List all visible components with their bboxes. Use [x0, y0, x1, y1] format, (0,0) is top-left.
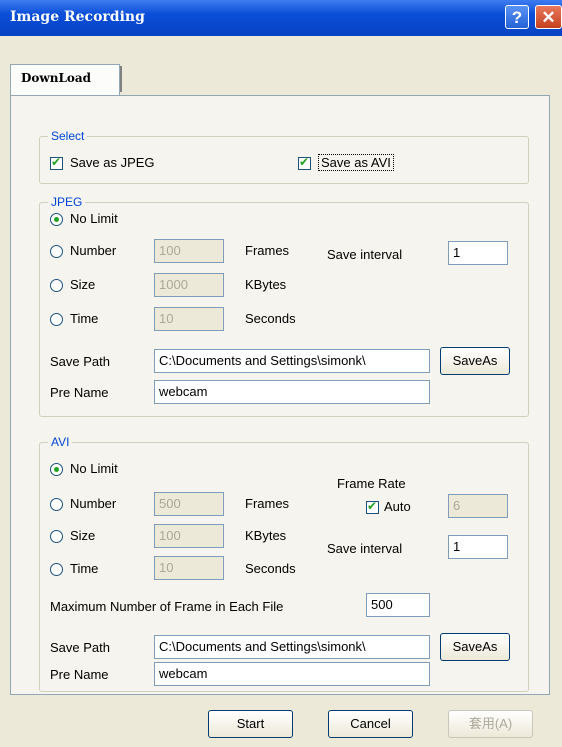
- avi-number-radio[interactable]: [50, 498, 63, 511]
- tab-download-label: DownLoad: [21, 71, 92, 85]
- jpeg-time-unit: Seconds: [245, 311, 296, 326]
- avi-time-field[interactable]: 10: [154, 556, 224, 580]
- dialog-client: DownLoad Select Save as JPEG Save as AVI…: [0, 36, 562, 747]
- jpeg-size-radio[interactable]: [50, 279, 63, 292]
- avi-save-interval-field[interactable]: 1: [448, 535, 508, 559]
- help-button[interactable]: ?: [505, 5, 529, 29]
- avi-prename-label: Pre Name: [50, 667, 109, 682]
- save-jpeg-label: Save as JPEG: [70, 155, 155, 170]
- avi-size-label: Size: [70, 528, 96, 543]
- jpeg-number-unit: Frames: [245, 243, 290, 258]
- jpeg-size-field[interactable]: 1000: [154, 273, 224, 297]
- jpeg-prename-label: Pre Name: [50, 385, 109, 400]
- jpeg-number-radio[interactable]: [50, 245, 63, 258]
- help-icon: ?: [511, 8, 523, 27]
- avi-saveas-button[interactable]: SaveAs: [440, 633, 510, 661]
- avi-max-frames-field[interactable]: 500: [366, 593, 430, 617]
- jpeg-save-interval-field[interactable]: 1: [448, 241, 508, 265]
- select-group: Select Save as JPEG Save as AVI: [39, 129, 529, 184]
- avi-frame-rate-field[interactable]: 6: [448, 494, 508, 518]
- avi-time-unit: Seconds: [245, 561, 296, 576]
- avi-time-label: Time: [70, 561, 99, 576]
- avi-number-unit: Frames: [245, 496, 290, 511]
- tab-panel: Select Save as JPEG Save as AVI JPEG No …: [10, 95, 550, 695]
- select-legend: Select: [48, 129, 88, 143]
- jpeg-time-label: Time: [70, 311, 99, 326]
- jpeg-saveas-button[interactable]: SaveAs: [440, 347, 510, 375]
- save-jpeg-checkbox[interactable]: [50, 155, 63, 170]
- avi-save-path-label: Save Path: [50, 640, 110, 655]
- avi-prename-field[interactable]: webcam: [154, 662, 430, 686]
- jpeg-save-path-field[interactable]: C:\Documents and Settings\simonk\: [154, 349, 430, 373]
- jpeg-size-label: Size: [70, 277, 96, 292]
- avi-nolimit-label: No Limit: [70, 461, 118, 476]
- avi-save-path-field[interactable]: C:\Documents and Settings\simonk\: [154, 635, 430, 659]
- jpeg-size-unit: KBytes: [245, 277, 287, 292]
- avi-group: AVI No Limit Number 500 Frames Size 100 …: [39, 435, 529, 692]
- jpeg-save-path-label: Save Path: [50, 354, 110, 369]
- jpeg-save-interval-label: Save interval: [327, 247, 403, 262]
- jpeg-group: JPEG No Limit Number 100 Frames Size 100…: [39, 195, 529, 417]
- apply-button[interactable]: 套用(A): [448, 710, 533, 738]
- avi-nolimit-radio[interactable]: [50, 463, 63, 476]
- cancel-button[interactable]: Cancel: [328, 710, 413, 738]
- save-avi-checkbox[interactable]: [298, 155, 311, 170]
- avi-frame-rate-label: Frame Rate: [337, 476, 406, 491]
- jpeg-prename-field[interactable]: webcam: [154, 380, 430, 404]
- avi-size-radio[interactable]: [50, 530, 63, 543]
- jpeg-number-label: Number: [70, 243, 117, 258]
- avi-number-label: Number: [70, 496, 117, 511]
- jpeg-legend: JPEG: [48, 195, 86, 209]
- close-icon: ✕: [541, 8, 556, 27]
- close-button[interactable]: ✕: [535, 5, 562, 29]
- avi-auto-checkbox[interactable]: [366, 499, 379, 514]
- avi-save-interval-label: Save interval: [327, 541, 403, 556]
- jpeg-nolimit-label: No Limit: [70, 211, 118, 226]
- avi-auto-label: Auto: [384, 499, 411, 514]
- jpeg-time-radio[interactable]: [50, 313, 63, 326]
- avi-size-unit: KBytes: [245, 528, 287, 543]
- jpeg-nolimit-radio[interactable]: [50, 213, 63, 226]
- tab-separator: [120, 66, 122, 92]
- window-title: Image Recording: [10, 9, 145, 25]
- start-button[interactable]: Start: [208, 710, 293, 738]
- avi-legend: AVI: [48, 435, 73, 449]
- jpeg-time-field[interactable]: 10: [154, 307, 224, 331]
- avi-max-frames-label: Maximum Number of Frame in Each File: [50, 599, 284, 614]
- tab-download[interactable]: DownLoad: [10, 64, 120, 96]
- avi-size-field[interactable]: 100: [154, 524, 224, 548]
- title-bar: Image Recording ? ✕: [0, 0, 562, 36]
- avi-number-field[interactable]: 500: [154, 492, 224, 516]
- save-avi-label: Save as AVI: [318, 154, 394, 171]
- jpeg-number-field[interactable]: 100: [154, 239, 224, 263]
- avi-time-radio[interactable]: [50, 563, 63, 576]
